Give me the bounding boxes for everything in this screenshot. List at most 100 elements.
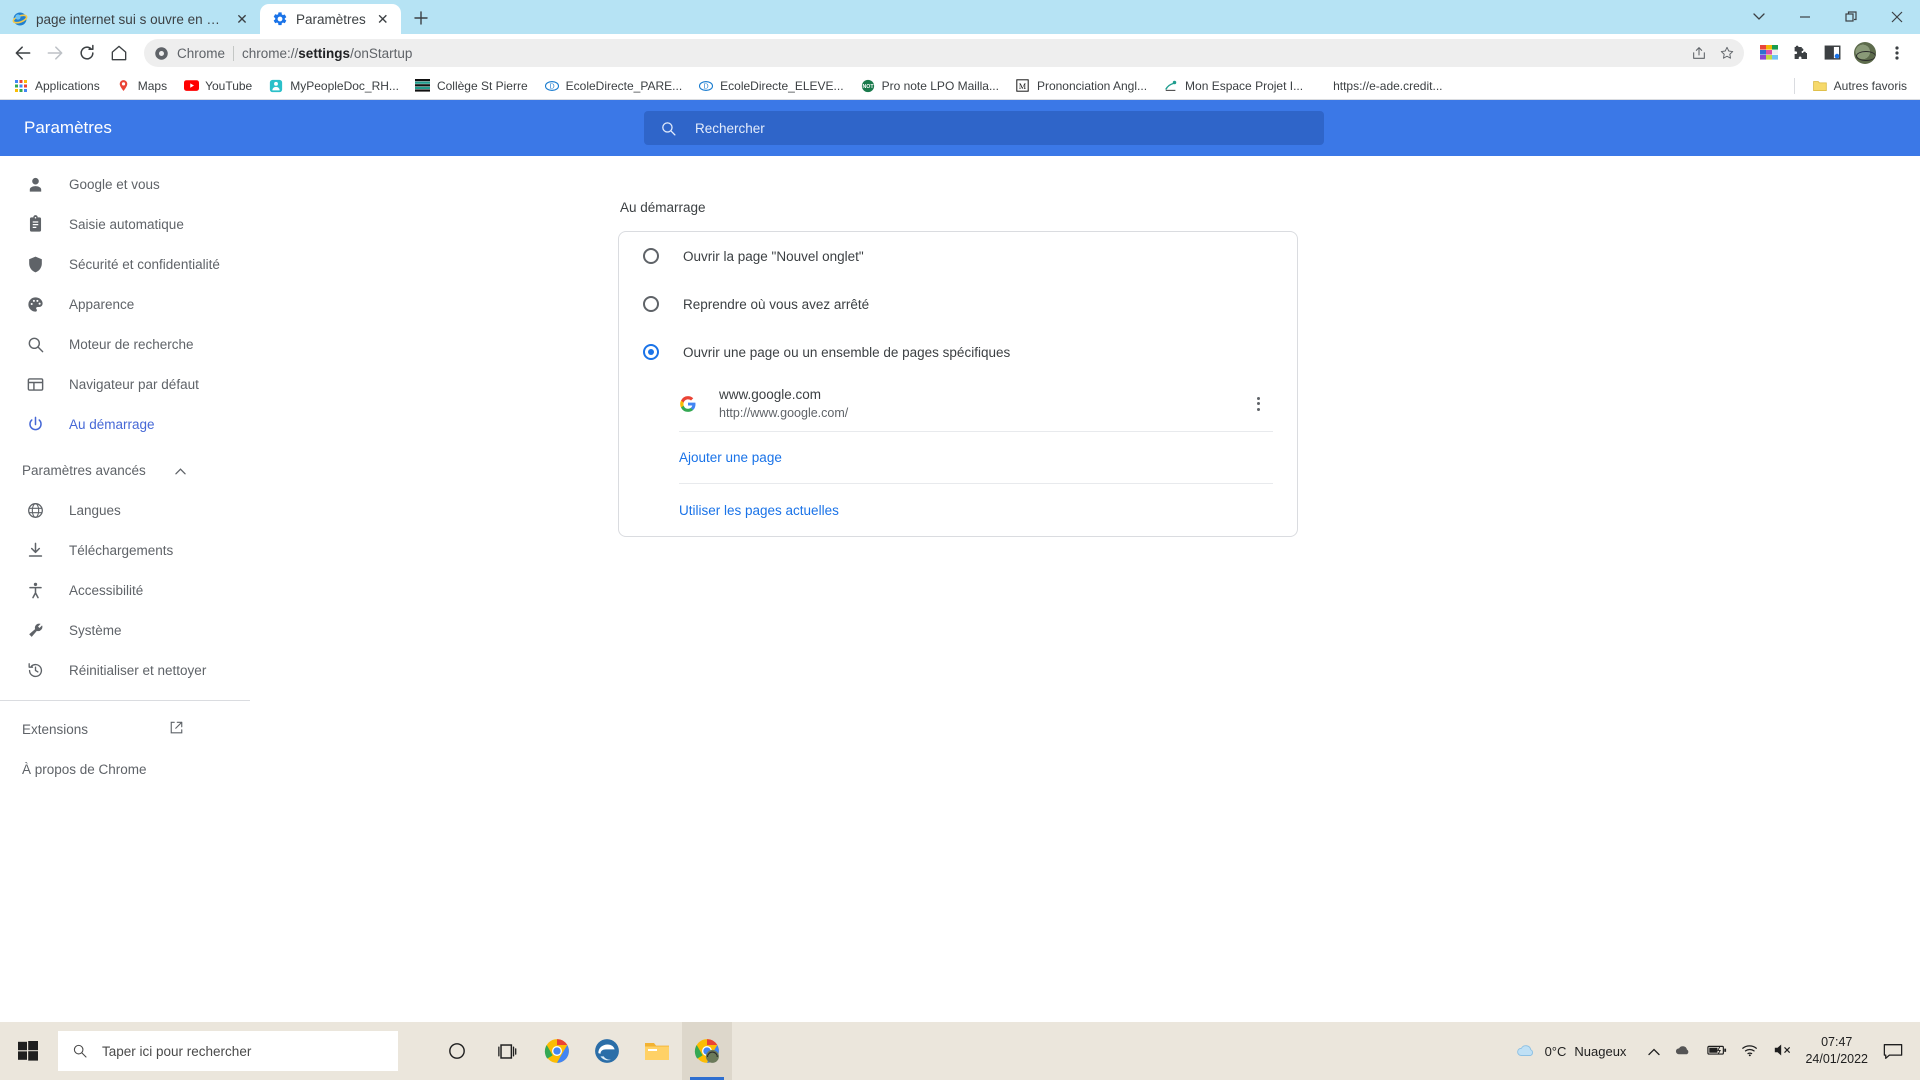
- forward-button[interactable]: [40, 38, 70, 68]
- sidebar-item-label: Réinitialiser et nettoyer: [69, 662, 207, 678]
- startup-page-row[interactable]: www.google.com http://www.google.com/: [679, 376, 1273, 432]
- taskbar-chrome-active-button[interactable]: [682, 1022, 732, 1080]
- stripes-icon: [415, 78, 431, 94]
- close-button[interactable]: [1874, 0, 1920, 34]
- sidebar-item-a-propos-de-chrome[interactable]: À propos de Chrome: [0, 749, 256, 789]
- weather-temp: 0°C: [1544, 1043, 1567, 1059]
- sidebar-item-extensions[interactable]: Extensions: [0, 709, 256, 749]
- startup-page-more-button[interactable]: [1247, 393, 1269, 415]
- chrome-menu-button[interactable]: [1882, 38, 1912, 68]
- search-icon: [25, 334, 45, 354]
- bookmark-mon-espace-projet[interactable]: Mon Espace Projet I...: [1156, 75, 1310, 97]
- plus-icon: [414, 11, 428, 25]
- share-icon: [1693, 47, 1705, 59]
- side-panel-button[interactable]: [1818, 38, 1848, 68]
- arrow-left-icon: [15, 46, 31, 60]
- notification-center-button[interactable]: [1880, 1038, 1906, 1064]
- search-icon: [662, 121, 676, 136]
- radio-button[interactable]: [643, 248, 659, 264]
- sidebar-advanced-label: Paramètres avancés: [22, 462, 146, 478]
- sidebar-item-systeme[interactable]: Système: [0, 610, 256, 650]
- network-button[interactable]: [1741, 1043, 1759, 1060]
- startup-option-continue[interactable]: Reprendre où vous avez arrêté: [643, 280, 1273, 328]
- share-button[interactable]: [1686, 40, 1712, 66]
- maximize-button[interactable]: [1828, 0, 1874, 34]
- use-current-pages-label: Utiliser les pages actuelles: [679, 502, 839, 518]
- bookmark-maps[interactable]: Maps: [109, 75, 174, 97]
- bookmark-mypeopledoc[interactable]: MyPeopleDoc_RH...: [261, 75, 406, 97]
- task-view-icon: [497, 1043, 516, 1059]
- radio-button-selected[interactable]: [643, 344, 659, 360]
- taskbar-chrome-button[interactable]: [532, 1022, 582, 1080]
- weather-widget[interactable]: 0°C Nuageux: [1515, 1042, 1626, 1060]
- browser-tab-2[interactable]: Paramètres ✕: [260, 4, 401, 34]
- profile-avatar-button[interactable]: [1850, 38, 1880, 68]
- startup-option-specific-pages[interactable]: Ouvrir une page ou un ensemble de pages …: [643, 328, 1273, 376]
- tray-icons: [1648, 1043, 1793, 1060]
- back-button[interactable]: [8, 38, 38, 68]
- browser-tab-2-close-icon[interactable]: ✕: [374, 10, 392, 28]
- tab-search-button[interactable]: [1736, 0, 1782, 34]
- taskbar-file-explorer-button[interactable]: [632, 1022, 682, 1080]
- projet-icon: [1163, 78, 1179, 94]
- browser-tab-1[interactable]: page internet sui s ouvre en plus ✕: [0, 4, 260, 34]
- sidebar-item-saisie-automatique[interactable]: Saisie automatique: [0, 204, 256, 244]
- start-button[interactable]: [4, 1022, 52, 1080]
- sidebar-item-au-demarrage[interactable]: Au démarrage: [0, 404, 256, 444]
- sidebar-advanced-toggle[interactable]: Paramètres avancés: [0, 450, 256, 490]
- svg-text:D: D: [549, 82, 554, 90]
- sidebar-item-label: Système: [69, 622, 122, 638]
- battery-button[interactable]: [1707, 1044, 1727, 1059]
- dot: [1256, 396, 1260, 400]
- bookmark-youtube[interactable]: YouTube: [176, 75, 259, 97]
- battery-charging-icon: [1707, 1045, 1727, 1055]
- extensions-button[interactable]: [1786, 38, 1816, 68]
- sidebar-item-navigateur-par-defaut[interactable]: Navigateur par défaut: [0, 364, 256, 404]
- sidebar-item-langues[interactable]: Langues: [0, 490, 256, 530]
- bookmark-star-button[interactable]: [1714, 40, 1740, 66]
- sidebar-item-reinitialiser-et-nettoyer[interactable]: Réinitialiser et nettoyer: [0, 650, 256, 690]
- bookmark-ecoledirecte-eleve[interactable]: D EcoleDirecte_ELEVE...: [691, 75, 850, 97]
- taskbar-edge-button[interactable]: [582, 1022, 632, 1080]
- bookmark-e-ade-credit[interactable]: https://e-ade.credit...: [1326, 76, 1449, 96]
- new-tab-button[interactable]: [407, 4, 435, 32]
- cortana-button[interactable]: [432, 1022, 482, 1080]
- file-explorer-icon: [645, 1043, 669, 1060]
- ecoledirecte-icon: D: [544, 78, 560, 94]
- home-button[interactable]: [104, 38, 134, 68]
- sidebar-item-moteur-de-recherche[interactable]: Moteur de recherche: [0, 324, 256, 364]
- section-title: Au démarrage: [620, 200, 706, 215]
- volume-muted-button[interactable]: [1773, 1043, 1793, 1060]
- other-bookmarks-button[interactable]: Autres favoris: [1805, 75, 1914, 97]
- extension-colors-button[interactable]: [1754, 38, 1784, 68]
- sidebar-item-accessibilite[interactable]: Accessibilité: [0, 570, 256, 610]
- minimize-button[interactable]: [1782, 0, 1828, 34]
- onedrive-button[interactable]: [1674, 1043, 1693, 1059]
- taskbar-search-input[interactable]: Taper ici pour rechercher: [58, 1031, 398, 1071]
- clipboard-icon: [25, 214, 45, 234]
- sidebar-item-telechargements[interactable]: Téléchargements: [0, 530, 256, 570]
- sidebar-item-google-et-vous[interactable]: Google et vous: [0, 164, 256, 204]
- sidebar-item-apparence[interactable]: Apparence: [0, 284, 256, 324]
- browser-tab-1-close-icon[interactable]: ✕: [233, 10, 251, 28]
- color-grid-icon: [1760, 45, 1778, 60]
- radio-button[interactable]: [643, 296, 659, 312]
- clock-date: 24/01/2022: [1805, 1052, 1868, 1066]
- settings-search-input[interactable]: Rechercher: [644, 111, 1324, 145]
- sidebar-item-securite-confidentialite[interactable]: Sécurité et confidentialité: [0, 244, 256, 284]
- show-hidden-icons-button[interactable]: [1648, 1044, 1661, 1059]
- taskbar-clock[interactable]: 07:47 24/01/2022: [1805, 1034, 1868, 1068]
- bookmark-label: Applications: [35, 78, 100, 93]
- settings-header: Paramètres Rechercher: [0, 100, 1920, 156]
- bookmark-ecoledirecte-parent[interactable]: D EcoleDirecte_PARE...: [537, 75, 690, 97]
- bookmark-pronote[interactable]: NOT Pro note LPO Mailla...: [853, 75, 1006, 97]
- address-bar[interactable]: Chrome chrome://settings/onStartup: [144, 39, 1744, 67]
- add-page-link[interactable]: Ajouter une page: [679, 432, 1273, 484]
- startup-option-new-tab[interactable]: Ouvrir la page "Nouvel onglet": [643, 232, 1273, 280]
- bookmark-applications[interactable]: Applications: [6, 75, 107, 97]
- bookmark-prononciation-anglais[interactable]: M Prononciation Angl...: [1008, 75, 1154, 97]
- task-view-button[interactable]: [482, 1022, 532, 1080]
- use-current-pages-link[interactable]: Utiliser les pages actuelles: [679, 484, 1273, 536]
- reload-button[interactable]: [72, 38, 102, 68]
- bookmark-college-st-pierre[interactable]: Collège St Pierre: [408, 75, 535, 97]
